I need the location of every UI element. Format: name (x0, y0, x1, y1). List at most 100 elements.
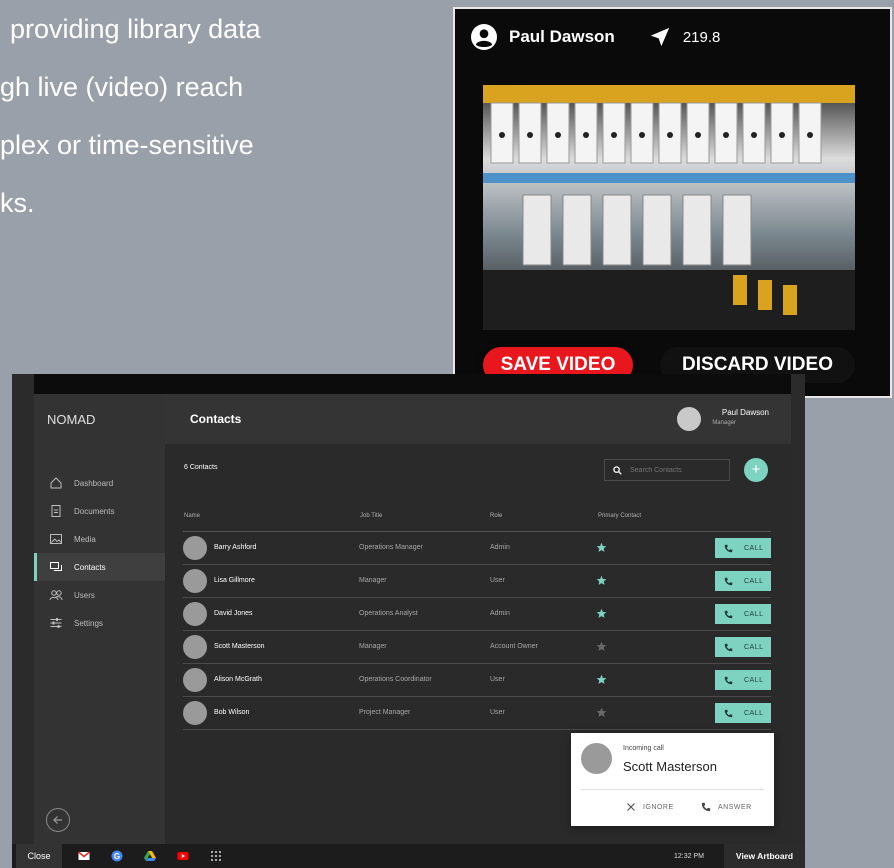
avatar (183, 668, 207, 692)
phone-icon (701, 802, 711, 812)
sidebar-item-contacts[interactable]: Contacts (34, 553, 165, 581)
table-row[interactable]: Alison McGrath Operations Coordinator Us… (183, 664, 771, 697)
user-role: Manager (712, 420, 736, 426)
call-button-label: CALL (744, 643, 764, 651)
close-button[interactable]: Close (16, 844, 62, 868)
call-button[interactable]: CALL (715, 703, 771, 723)
close-icon (627, 803, 635, 811)
call-button[interactable]: CALL (715, 670, 771, 690)
table-row[interactable]: Scott Masterson Manager Account Owner CA… (183, 631, 771, 664)
star-icon[interactable] (596, 575, 607, 586)
contact-job: Project Manager (359, 709, 411, 716)
table-row[interactable]: Barry Ashford Operations Manager Admin C… (183, 532, 771, 565)
table-header: Name Job Title Role Primary Contact (183, 506, 771, 532)
contact-role: User (490, 577, 505, 584)
star-icon[interactable] (596, 542, 607, 553)
sidebar-item-settings[interactable]: Settings (34, 609, 165, 637)
avatar (183, 635, 207, 659)
google-icon[interactable]: G (111, 850, 123, 862)
star-icon[interactable] (596, 707, 607, 718)
contact-role: Admin (490, 544, 510, 551)
contact-name: David Jones (214, 610, 253, 617)
star-icon[interactable] (596, 608, 607, 619)
column-header-primary: Primary Contact (598, 513, 642, 519)
app-top-bar (34, 374, 791, 394)
intro-line: gh live (video) reach (0, 72, 244, 102)
sidebar-item-dashboard[interactable]: Dashboard (34, 469, 165, 497)
page-header: Contacts Paul Dawson Manager (165, 394, 791, 444)
search-input[interactable] (630, 466, 725, 474)
video-capture-panel: Paul Dawson 219.8 SAVE VIDEO DISCARD VID… (453, 7, 892, 398)
account-circle-icon (471, 24, 497, 50)
sidebar-item-documents[interactable]: Documents (34, 497, 165, 525)
svg-text:G: G (114, 852, 120, 861)
table-row[interactable]: David Jones Operations Analyst Admin CAL… (183, 598, 771, 631)
apps-grid-icon[interactable] (210, 850, 222, 862)
contact-name: Scott Masterson (214, 643, 265, 650)
avatar (183, 536, 207, 560)
distance-readout: 219.8 (682, 28, 721, 46)
call-button[interactable]: CALL (715, 571, 771, 591)
electrical-panel-image (483, 85, 855, 330)
video-frame (483, 85, 855, 330)
sidebar-item-users[interactable]: Users (34, 581, 165, 609)
ignore-button[interactable]: IGNORE (626, 799, 674, 815)
contact-role: Admin (490, 610, 510, 617)
sidebar-item-label: Documents (74, 506, 115, 516)
sliders-icon (50, 618, 62, 628)
call-button-label: CALL (744, 577, 764, 585)
intro-line: providing library data (10, 14, 261, 44)
star-icon[interactable] (596, 641, 607, 652)
search-icon (613, 465, 622, 475)
answer-label: ANSWER (718, 803, 752, 811)
contacts-table: Name Job Title Role Primary Contact Barr… (183, 506, 771, 730)
back-button[interactable] (46, 808, 70, 832)
phone-icon (724, 577, 733, 585)
sidebar-item-label: Settings (74, 618, 103, 628)
sidebar-nav: Dashboard Documents Media Contacts Users… (34, 469, 165, 637)
contact-name: Alison McGrath (214, 676, 262, 683)
page-title: Contacts (190, 412, 242, 426)
ignore-label: IGNORE (643, 803, 674, 811)
call-button[interactable]: CALL (715, 637, 771, 657)
document-icon (51, 505, 61, 517)
home-icon (50, 477, 62, 489)
gmail-icon[interactable] (78, 850, 90, 862)
sidebar-item-media[interactable]: Media (34, 525, 165, 553)
call-button[interactable]: CALL (715, 604, 771, 624)
answer-button[interactable]: ANSWER (701, 799, 752, 815)
incoming-call-card: Incoming call Scott Masterson IGNORE ANS… (571, 733, 774, 826)
call-button-label: CALL (744, 709, 764, 717)
add-contact-button[interactable]: + (744, 458, 768, 482)
phone-icon (724, 676, 733, 684)
contact-name: Barry Ashford (214, 544, 257, 551)
view-artboard-button[interactable]: View Artboard (724, 844, 805, 868)
sidebar-item-label: Dashboard (74, 478, 114, 488)
contact-name: Lisa Gillmore (214, 577, 255, 584)
sidebar: NOMAD Dashboard Documents Media Contacts… (34, 394, 165, 844)
contact-job: Operations Analyst (359, 610, 418, 617)
contacts-count: 6 Contacts (184, 464, 218, 471)
contact-role: Account Owner (490, 643, 538, 650)
video-header: Paul Dawson 219.8 (455, 9, 890, 65)
intro-line: plex or time-sensitive (0, 130, 254, 160)
search-box[interactable] (604, 459, 730, 481)
image-icon (50, 534, 62, 544)
phone-icon (724, 544, 733, 552)
table-row[interactable]: Bob Wilson Project Manager User CALL (183, 697, 771, 730)
column-header-job: Job Title (360, 513, 383, 519)
contact-job: Operations Coordinator (359, 676, 432, 683)
sidebar-item-label: Media (74, 534, 96, 544)
contact-role: User (490, 676, 505, 683)
drive-icon[interactable] (144, 850, 156, 862)
call-button[interactable]: CALL (715, 538, 771, 558)
table-row[interactable]: Lisa Gillmore Manager User CALL (183, 565, 771, 598)
phone-icon (724, 610, 733, 618)
clock: 12:32 PM (674, 853, 704, 860)
youtube-icon[interactable] (177, 850, 189, 862)
star-icon[interactable] (596, 674, 607, 685)
user-name: Paul Dawson (721, 408, 769, 417)
avatar[interactable] (677, 407, 701, 431)
contact-name: Bob Wilson (214, 709, 250, 716)
avatar (183, 569, 207, 593)
